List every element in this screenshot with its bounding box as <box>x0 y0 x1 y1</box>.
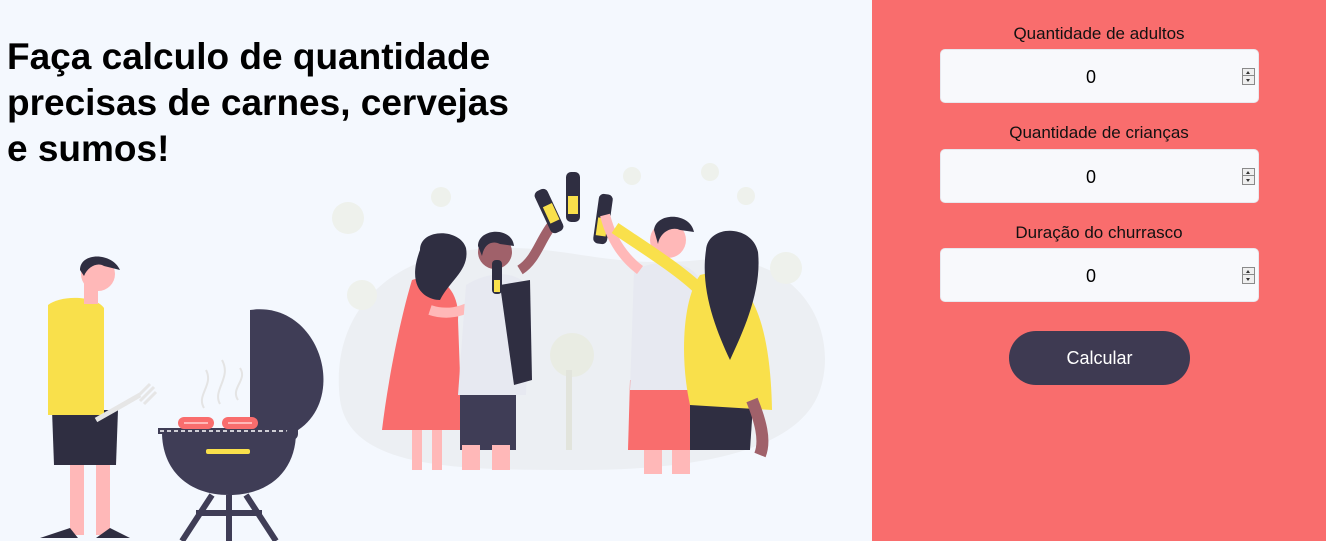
calculate-button[interactable]: Calcular <box>1009 331 1190 385</box>
decor-stem <box>566 370 572 450</box>
decor-dot <box>701 163 719 181</box>
grill-man-figure <box>40 256 158 538</box>
decor-dot <box>770 252 802 284</box>
adults-input[interactable]: 0 <box>940 49 1259 103</box>
page-headline: Faça calculo de quantidade precisas de c… <box>7 36 509 169</box>
children-input-value[interactable]: 0 <box>941 150 1241 204</box>
children-input[interactable]: 0 <box>940 149 1259 203</box>
decor-dot <box>431 187 451 207</box>
hero-section: Faça calculo de quantidade precisas de c… <box>0 0 872 541</box>
decor-dot <box>347 280 377 310</box>
stepper-down-icon[interactable] <box>1243 177 1254 184</box>
adults-input-value[interactable]: 0 <box>941 50 1241 104</box>
decor-dot <box>623 167 641 185</box>
duration-input-value[interactable]: 0 <box>941 249 1241 303</box>
stepper-down-icon[interactable] <box>1243 77 1254 84</box>
duration-stepper[interactable] <box>1242 267 1255 284</box>
children-label: Quantidade de crianças <box>1009 123 1189 142</box>
grill-figure <box>158 309 324 541</box>
adults-label: Quantidade de adultos <box>1013 24 1185 43</box>
stepper-up-icon[interactable] <box>1243 169 1254 176</box>
decor-dot <box>332 202 364 234</box>
stepper-up-icon[interactable] <box>1243 69 1254 76</box>
adults-stepper[interactable] <box>1242 68 1255 85</box>
decor-dot <box>737 187 755 205</box>
calculator-panel: Quantidade de adultos 0 Quantidade de cr… <box>872 0 1326 541</box>
duration-label: Duração do churrasco <box>1015 223 1183 242</box>
stepper-down-icon[interactable] <box>1243 276 1254 283</box>
children-stepper[interactable] <box>1242 168 1255 185</box>
stepper-up-icon[interactable] <box>1243 268 1254 275</box>
duration-input[interactable]: 0 <box>940 248 1259 302</box>
